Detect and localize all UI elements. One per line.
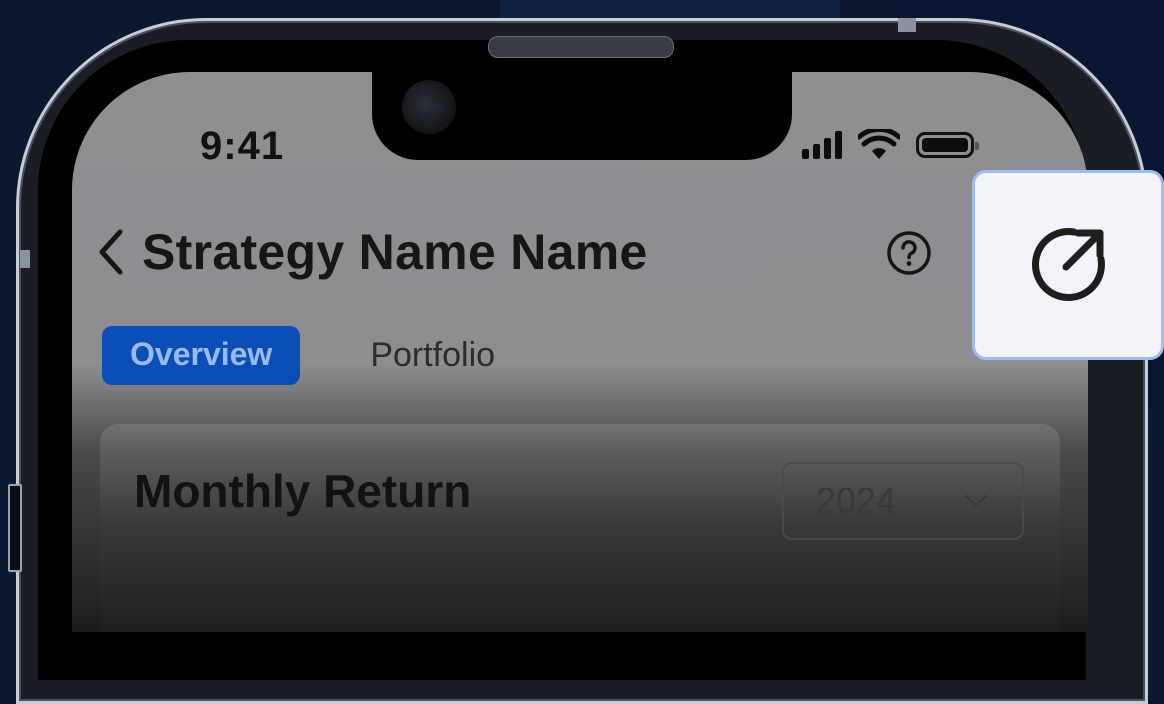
tab-portfolio[interactable]: Portfolio [370,336,495,375]
side-button [8,484,22,572]
antenna-band [898,18,916,32]
wifi-icon [858,129,900,159]
header: Strategy Name Name [96,222,648,282]
help-circle-icon[interactable] [886,230,932,276]
card-title: Monthly Return [134,465,472,517]
app-screen: 9:41 Strategy Name Name Overview Portfol… [72,72,1088,632]
page-title: Strategy Name Name [142,224,648,280]
earpiece-speaker [488,36,674,58]
chevron-down-icon [964,494,988,507]
share-button[interactable] [972,170,1164,360]
battery-icon [916,132,979,158]
front-camera [402,80,456,134]
status-time: 9:41 [200,124,285,168]
status-icons [802,128,979,162]
signal-icon [802,131,842,159]
chevron-left-icon[interactable] [96,226,132,278]
antenna-band [20,250,30,268]
year-select[interactable]: 2024 [782,462,1024,540]
share-external-icon [1031,228,1105,302]
year-select-value: 2024 [816,480,897,521]
tab-overview[interactable]: Overview [102,326,301,385]
tab-bar: Overview Portfolio [102,326,495,385]
